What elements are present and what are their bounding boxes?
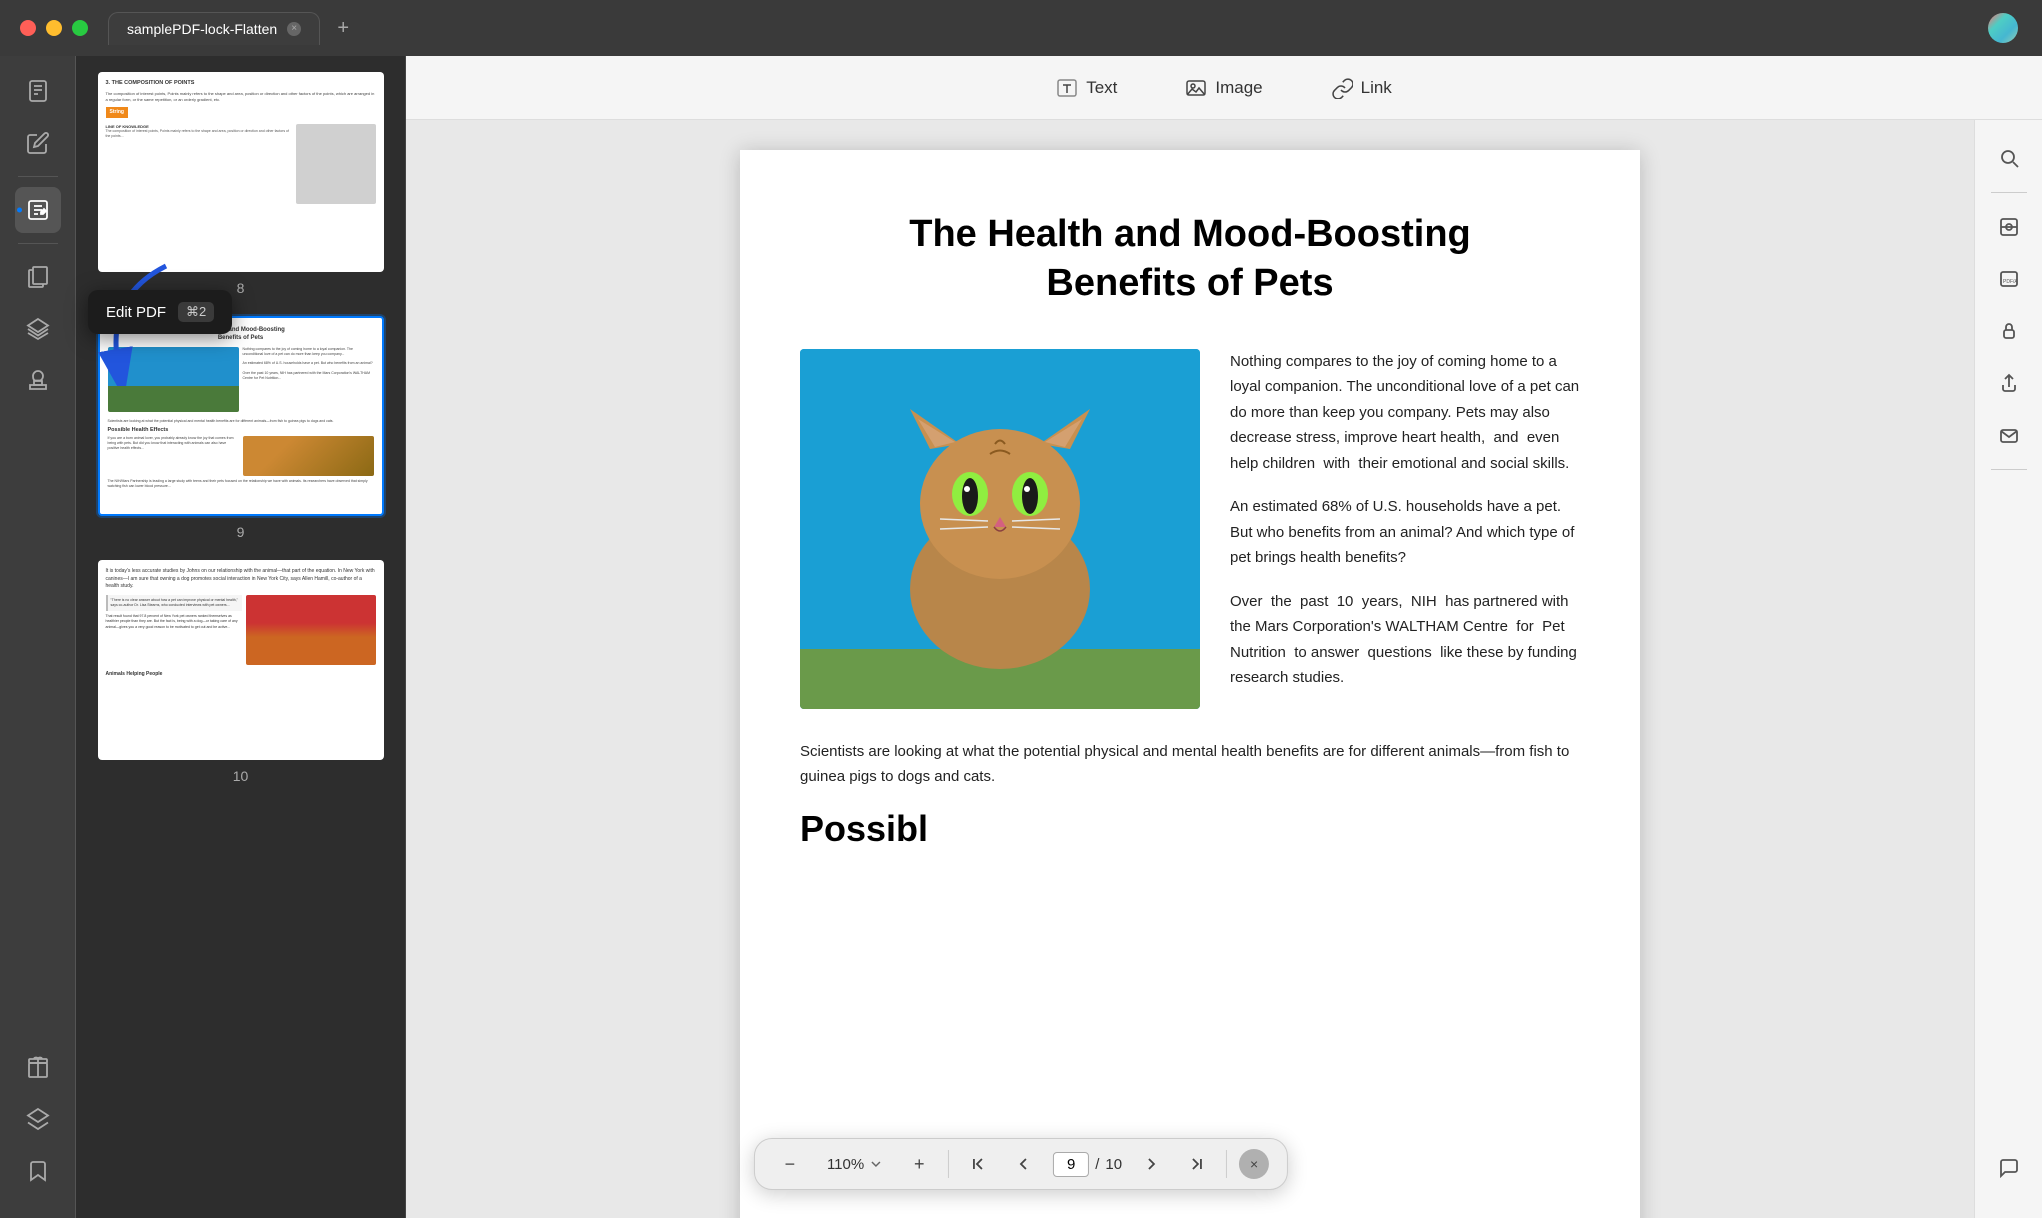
page-separator: / [1095,1156,1099,1173]
sidebar-item-layers[interactable] [15,306,61,352]
pdf-image-row: Nothing compares to the joy of coming ho… [800,349,1580,709]
titlebar: samplePDF-lock-Flatten × + [0,0,2042,56]
bottom-bar-divider-2 [1226,1150,1227,1178]
sidebar-item-gift[interactable] [15,1044,61,1090]
zoom-level-text: 110% [827,1156,864,1173]
minimize-button[interactable] [46,20,62,36]
close-button[interactable] [20,20,36,36]
main-layout: 3. THE COMPOSITION OF POINTS The composi… [0,56,2042,1218]
total-pages: 10 [1105,1156,1122,1173]
tab-bar: samplePDF-lock-Flatten × + [108,12,358,45]
zoom-dropdown-icon [870,1158,882,1170]
right-sidebar: PDF/A [1974,120,2042,1218]
last-page-icon [1188,1155,1206,1173]
page-number-input[interactable] [1053,1152,1089,1177]
svg-text:PDF/A: PDF/A [2003,279,2018,285]
pdf-page: The Health and Mood-BoostingBenefits of … [740,150,1640,1218]
link-tool-icon [1331,77,1353,99]
sidebar-item-bookmark[interactable] [15,1148,61,1194]
pdf-text-column: Nothing compares to the joy of coming ho… [1230,349,1580,709]
image-tool-button[interactable]: Image [1171,69,1276,107]
comment-button[interactable] [1987,1146,2031,1190]
page-indicator: / 10 [1053,1152,1122,1177]
sidebar-item-pages[interactable] [15,254,61,300]
page-number-8: 8 [237,280,245,296]
thumbnail-page-9[interactable]: The Health and Mood-BoostingBenefits of … [88,316,393,540]
pdf-intro-para1: Nothing compares to the joy of coming ho… [1230,349,1580,477]
zoom-level-selector[interactable]: 110% [819,1152,890,1177]
app-icon [1988,13,2018,43]
comment-button-container [1987,1146,2031,1202]
right-sidebar-divider-2 [1991,469,2027,470]
prev-page-button[interactable] [1007,1147,1041,1181]
thumbnail-frame-8[interactable]: 3. THE COMPOSITION OF POINTS The composi… [98,72,384,272]
link-tool-label: Link [1361,78,1392,98]
pdf-possible-title: Possibl [800,808,1580,850]
edit-pdf-tooltip: Edit PDF ⌘2 [88,290,232,334]
add-tab-button[interactable]: + [328,13,358,43]
active-tab[interactable]: samplePDF-lock-Flatten × [108,12,320,45]
mail-button[interactable] [1987,413,2031,457]
content-area: Text Image Link [406,56,2042,1218]
text-tool-icon [1056,77,1078,99]
sidebar-bottom [15,1044,61,1206]
toolbar: Text Image Link [406,56,2042,120]
text-tool-button[interactable]: Text [1042,69,1131,107]
scan-button[interactable] [1987,205,2031,249]
zoom-in-button[interactable]: + [902,1147,936,1181]
search-button[interactable] [1987,136,2031,180]
next-page-button[interactable] [1134,1147,1168,1181]
tab-close-button[interactable]: × [287,22,301,36]
next-page-icon [1142,1155,1160,1173]
left-sidebar [0,56,76,1218]
pdf-intro-para3: Over the past 10 years, NIH has partnere… [1230,589,1580,691]
lock-button[interactable] [1987,309,2031,353]
pdf-body-text: Scientists are looking at what the poten… [800,739,1580,790]
first-page-button[interactable] [961,1147,995,1181]
first-page-icon [969,1155,987,1173]
prev-page-icon [1015,1155,1033,1173]
share-button[interactable] [1987,361,2031,405]
tooltip-shortcut: ⌘2 [178,302,214,322]
sidebar-item-editpdf[interactable] [15,187,61,233]
close-bottom-icon: × [1250,1156,1258,1172]
close-bottom-bar-button[interactable]: × [1239,1149,1269,1179]
sidebar-item-document[interactable] [15,68,61,114]
pdf-cat-image [800,349,1200,709]
thumbnail-frame-9[interactable]: The Health and Mood-BoostingBenefits of … [98,316,384,516]
bottom-bar-divider-1 [948,1150,949,1178]
close-icon: × [291,23,297,34]
minus-icon: − [785,1154,796,1175]
zoom-out-button[interactable]: − [773,1147,807,1181]
plus-icon: + [914,1154,925,1175]
thumbnail-panel: 3. THE COMPOSITION OF POINTS The composi… [76,56,406,1218]
sidebar-item-stack[interactable] [15,1096,61,1142]
tab-title: samplePDF-lock-Flatten [127,21,277,37]
image-tool-label: Image [1215,78,1262,98]
pdf-content: The Health and Mood-BoostingBenefits of … [406,120,1974,1218]
text-tool-label: Text [1086,78,1117,98]
image-tool-icon [1185,77,1207,99]
thumbnail-page-8[interactable]: 3. THE COMPOSITION OF POINTS The composi… [88,72,393,296]
add-icon: + [337,17,349,40]
bottom-nav-bar: − 110% + / 10 [754,1138,1288,1190]
sidebar-divider-1 [18,176,58,177]
last-page-button[interactable] [1180,1147,1214,1181]
tooltip-label: Edit PDF [106,304,166,321]
link-tool-button[interactable]: Link [1317,69,1406,107]
thumbnail-page-10[interactable]: It is today's less accurate studies by J… [88,560,393,784]
traffic-lights [20,20,88,36]
right-sidebar-divider-1 [1991,192,2027,193]
pdf-intro-para2: An estimated 68% of U.S. households have… [1230,494,1580,571]
sidebar-item-stamp[interactable] [15,358,61,404]
pdf-title: The Health and Mood-BoostingBenefits of … [800,210,1580,309]
maximize-button[interactable] [72,20,88,36]
page-number-9: 9 [237,524,245,540]
pdfa-button[interactable]: PDF/A [1987,257,2031,301]
sidebar-divider-2 [18,243,58,244]
thumbnail-frame-10[interactable]: It is today's less accurate studies by J… [98,560,384,760]
sidebar-item-edit[interactable] [15,120,61,166]
page-number-10: 10 [233,768,249,784]
